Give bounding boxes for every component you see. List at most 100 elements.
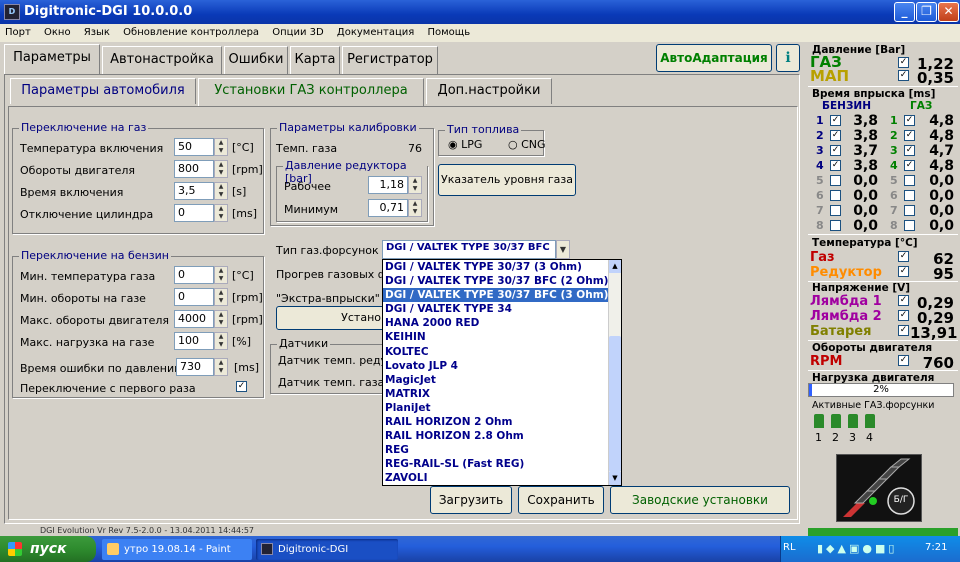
menu-update[interactable]: Обновление контроллера <box>118 24 264 38</box>
save-button[interactable]: Сохранить <box>518 486 604 514</box>
install-button[interactable]: Устано <box>276 306 386 330</box>
min-gas-temp-spinner[interactable]: ▲ ▼ <box>214 266 228 284</box>
level-indicator-button[interactable]: Указатель уровня газа <box>438 164 576 196</box>
min-pressure-spinner[interactable]: ▲ ▼ <box>408 199 422 217</box>
rpm-checkbox[interactable]: ✓ <box>898 355 909 366</box>
petrol-inj-checkbox[interactable]: ✓ <box>830 115 841 126</box>
gas-inj-checkbox[interactable] <box>904 220 915 231</box>
tab-parameters[interactable]: Параметры <box>4 44 100 74</box>
working-pressure-input[interactable]: 1,18 <box>368 176 408 194</box>
max-load-input[interactable]: 100 <box>174 332 214 350</box>
min-gas-temp-input[interactable]: 0 <box>174 266 214 284</box>
dropdown-arrow-icon[interactable]: ▼ <box>556 240 570 259</box>
error-time-spinner[interactable]: ▲ ▼ <box>214 358 228 376</box>
injector-option[interactable]: DGI / VALTEK TYPE 30/37 BFC (2 Ohm) <box>383 274 621 288</box>
max-rpm-input[interactable]: 4000 <box>174 310 214 328</box>
cng-radio[interactable]: ○ CNG <box>508 138 546 151</box>
battery-checkbox[interactable]: ✓ <box>898 325 909 336</box>
minimize-button[interactable]: _ <box>894 2 915 22</box>
injector-option[interactable]: DGI / VALTEK TYPE 30/37 (3 Ohm) <box>383 260 621 274</box>
injector-option[interactable]: REG-RAIL-SL (Fast REG) <box>383 457 621 471</box>
subtab-extra-settings[interactable]: Доп.настройки <box>426 78 552 104</box>
temp-reducer-checkbox[interactable]: ✓ <box>898 266 909 277</box>
lambda1-checkbox[interactable]: ✓ <box>898 295 909 306</box>
working-pressure-spinner[interactable]: ▲ ▼ <box>408 176 422 194</box>
injector-dropdown-list[interactable]: DGI / VALTEK TYPE 30/37 (3 Ohm) DGI / VA… <box>382 259 622 486</box>
tab-errors[interactable]: Ошибки <box>224 46 288 74</box>
scroll-up-icon[interactable]: ▲ <box>609 260 621 273</box>
map-pressure-checkbox[interactable]: ✓ <box>898 70 909 81</box>
gas-switch-widget[interactable]: Б/Г <box>836 454 922 522</box>
gas-inj-checkbox[interactable] <box>904 190 915 201</box>
engine-rpm-spinner[interactable]: ▲ ▼ <box>214 160 228 178</box>
max-load-spinner[interactable]: ▲ ▼ <box>214 332 228 350</box>
gas-inj-checkbox[interactable]: ✓ <box>904 160 915 171</box>
menu-3d-options[interactable]: Опции 3D <box>267 24 328 38</box>
injector-option[interactable]: MagicJet <box>383 373 621 387</box>
switch-temp-spinner[interactable]: ▲ ▼ <box>214 138 228 156</box>
petrol-inj-checkbox[interactable]: ✓ <box>830 160 841 171</box>
error-time-input[interactable]: 730 <box>176 358 214 376</box>
injector-option[interactable]: MATRIX <box>383 387 621 401</box>
menu-help[interactable]: Помощь <box>423 24 476 38</box>
gas-inj-checkbox[interactable]: ✓ <box>904 130 915 141</box>
temp-gas-checkbox[interactable]: ✓ <box>898 251 909 262</box>
gas-inj-checkbox[interactable]: ✓ <box>904 115 915 126</box>
subtab-gas-controller[interactable]: Установки ГАЗ контроллера <box>198 78 424 106</box>
engine-rpm-input[interactable]: 800 <box>174 160 214 178</box>
close-button[interactable]: ✕ <box>938 2 959 22</box>
maximize-button[interactable]: ❐ <box>916 2 937 22</box>
min-rpm-gas-spinner[interactable]: ▲ ▼ <box>214 288 228 306</box>
info-icon[interactable]: ℹ <box>776 44 800 72</box>
injector-select[interactable]: DGI / VALTEK TYPE 30/37 BFC <box>382 240 556 259</box>
switch-time-spinner[interactable]: ▲ ▼ <box>214 182 228 200</box>
gas-inj-checkbox[interactable] <box>904 175 915 186</box>
tab-map[interactable]: Карта <box>290 46 340 74</box>
lpg-radio[interactable]: ◉ LPG <box>448 138 482 151</box>
menu-port[interactable]: Порт <box>0 24 36 38</box>
switch-temp-input[interactable]: 50 <box>174 138 214 156</box>
petrol-inj-checkbox[interactable]: ✓ <box>830 130 841 141</box>
max-rpm-spinner[interactable]: ▲ ▼ <box>214 310 228 328</box>
injector-option[interactable]: KOLTEC <box>383 345 621 359</box>
petrol-inj-checkbox[interactable] <box>830 175 841 186</box>
injector-option[interactable]: Lovato JLP 4 <box>383 359 621 373</box>
injector-option-selected[interactable]: DGI / VALTEK TYPE 30/37 BFC (3 Ohm) <box>383 288 621 303</box>
gas-inj-checkbox[interactable]: ✓ <box>904 145 915 156</box>
petrol-inj-checkbox[interactable] <box>830 220 841 231</box>
injector-option[interactable]: REG <box>383 443 621 457</box>
tab-logger[interactable]: Регистратор <box>342 46 438 74</box>
cylinder-off-input[interactable]: 0 <box>174 204 214 222</box>
load-button[interactable]: Загрузить <box>430 486 512 514</box>
injector-option[interactable]: HANA 2000 RED <box>383 316 621 330</box>
tab-autotune[interactable]: Автонастройка <box>102 46 222 74</box>
language-indicator[interactable]: RL <box>783 542 796 553</box>
petrol-inj-checkbox[interactable] <box>830 190 841 201</box>
start-button[interactable]: пуск <box>0 536 96 562</box>
injector-option[interactable]: PlaniJet <box>383 401 621 415</box>
min-rpm-gas-input[interactable]: 0 <box>174 288 214 306</box>
injector-option[interactable]: DGI / VALTEK TYPE 34 <box>383 302 621 316</box>
switch-time-input[interactable]: 3,5 <box>174 182 214 200</box>
menu-language[interactable]: Язык <box>79 24 115 38</box>
gas-pressure-checkbox[interactable]: ✓ <box>898 57 909 68</box>
injector-option[interactable]: ZAVOLI <box>383 471 621 485</box>
injector-option[interactable]: RAIL HORIZON 2 Ohm <box>383 415 621 429</box>
scroll-thumb[interactable] <box>609 336 621 472</box>
petrol-inj-checkbox[interactable] <box>830 205 841 216</box>
gas-inj-checkbox[interactable] <box>904 205 915 216</box>
cylinder-off-spinner[interactable]: ▲ ▼ <box>214 204 228 222</box>
menu-window[interactable]: Окно <box>39 24 76 38</box>
injector-option[interactable]: KEIHIN <box>383 330 621 344</box>
dropdown-scrollbar[interactable]: ▲ ▼ <box>608 260 621 485</box>
autoadapt-button[interactable]: АвтоАдаптация <box>656 44 772 72</box>
scroll-down-icon[interactable]: ▼ <box>609 472 621 485</box>
injector-option[interactable]: RAIL HORIZON 2.8 Ohm <box>383 429 621 443</box>
subtab-car-params[interactable]: Параметры автомобиля <box>10 78 196 104</box>
factory-settings-button[interactable]: Заводские установки <box>610 486 790 514</box>
first-time-checkbox[interactable]: ✓ <box>236 381 247 392</box>
lambda2-checkbox[interactable]: ✓ <box>898 310 909 321</box>
taskbar-item-digitronic[interactable]: Digitronic-DGI <box>256 539 398 560</box>
taskbar-item-paint[interactable]: утро 19.08.14 - Paint <box>102 539 252 560</box>
tray-icons[interactable]: ▮◆▲▣●■▯ <box>817 542 917 556</box>
